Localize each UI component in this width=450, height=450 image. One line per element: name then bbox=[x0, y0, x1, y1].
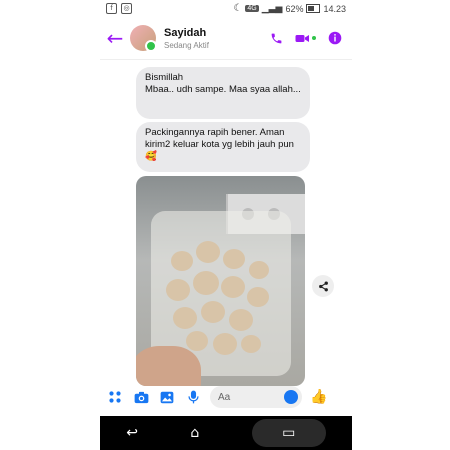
android-nav-bar: ↩ ⌂ ▭ bbox=[100, 416, 352, 450]
message-input[interactable]: Aa bbox=[210, 386, 302, 408]
contact-name: Sayidah bbox=[164, 26, 207, 39]
active-status: Sedang Aktif bbox=[164, 40, 209, 50]
recents-nav-icon: ▭ bbox=[282, 425, 296, 441]
message-input-placeholder: Aa bbox=[218, 391, 231, 403]
thumbs-up-icon[interactable]: 👍 bbox=[310, 389, 327, 405]
phone-screen: f ◎ ☾ 4G ▁▃▅ 62% 14.23 ← Sayidah Sedang … bbox=[100, 0, 352, 450]
network-badge: 4G bbox=[245, 5, 259, 12]
moon-icon: ☾ bbox=[233, 3, 243, 14]
battery-icon bbox=[306, 4, 321, 13]
dots-grid-icon[interactable] bbox=[104, 390, 126, 404]
message-bubble[interactable]: Bismillah Mbaa.. udh sampe. Maa syaa all… bbox=[136, 67, 310, 119]
share-icon[interactable] bbox=[312, 275, 334, 297]
avatar[interactable] bbox=[130, 25, 157, 52]
status-bar: f ◎ ☾ 4G ▁▃▅ 62% 14.23 bbox=[100, 0, 352, 17]
mobile-hotspot-icon: ◎ bbox=[121, 3, 132, 14]
message-composer: Aa 👍 bbox=[100, 380, 352, 414]
photo-attachment[interactable] bbox=[136, 176, 305, 386]
video-camera-icon[interactable] bbox=[295, 33, 316, 44]
smiley-icon[interactable] bbox=[284, 390, 298, 404]
image-icon[interactable] bbox=[156, 391, 178, 404]
chat-header: ← Sayidah Sedang Aktif bbox=[100, 17, 352, 60]
clock: 14.23 bbox=[323, 3, 346, 14]
microphone-icon[interactable] bbox=[182, 390, 204, 404]
camera-icon[interactable] bbox=[130, 391, 152, 404]
arrow-left-icon[interactable]: ← bbox=[100, 26, 130, 50]
message-bubble[interactable]: Packingannya rapih bener. Aman kirim2 ke… bbox=[136, 122, 310, 172]
info-icon[interactable] bbox=[328, 31, 342, 45]
signal-icon: ▁▃▅ bbox=[261, 3, 283, 14]
facebook-notification-icon: f bbox=[106, 3, 117, 14]
battery-percent: 62% bbox=[285, 3, 304, 14]
back-nav-icon[interactable]: ↩ bbox=[126, 425, 138, 441]
contact-info[interactable]: Sayidah Sedang Aktif bbox=[164, 27, 209, 50]
header-actions bbox=[270, 31, 342, 45]
online-indicator bbox=[145, 40, 157, 52]
home-nav-icon[interactable]: ⌂ bbox=[190, 425, 199, 441]
recents-nav-button[interactable]: ▭ bbox=[251, 419, 326, 447]
message-list[interactable]: Bismillah Mbaa.. udh sampe. Maa syaa all… bbox=[100, 60, 352, 386]
phone-icon[interactable] bbox=[270, 32, 283, 45]
